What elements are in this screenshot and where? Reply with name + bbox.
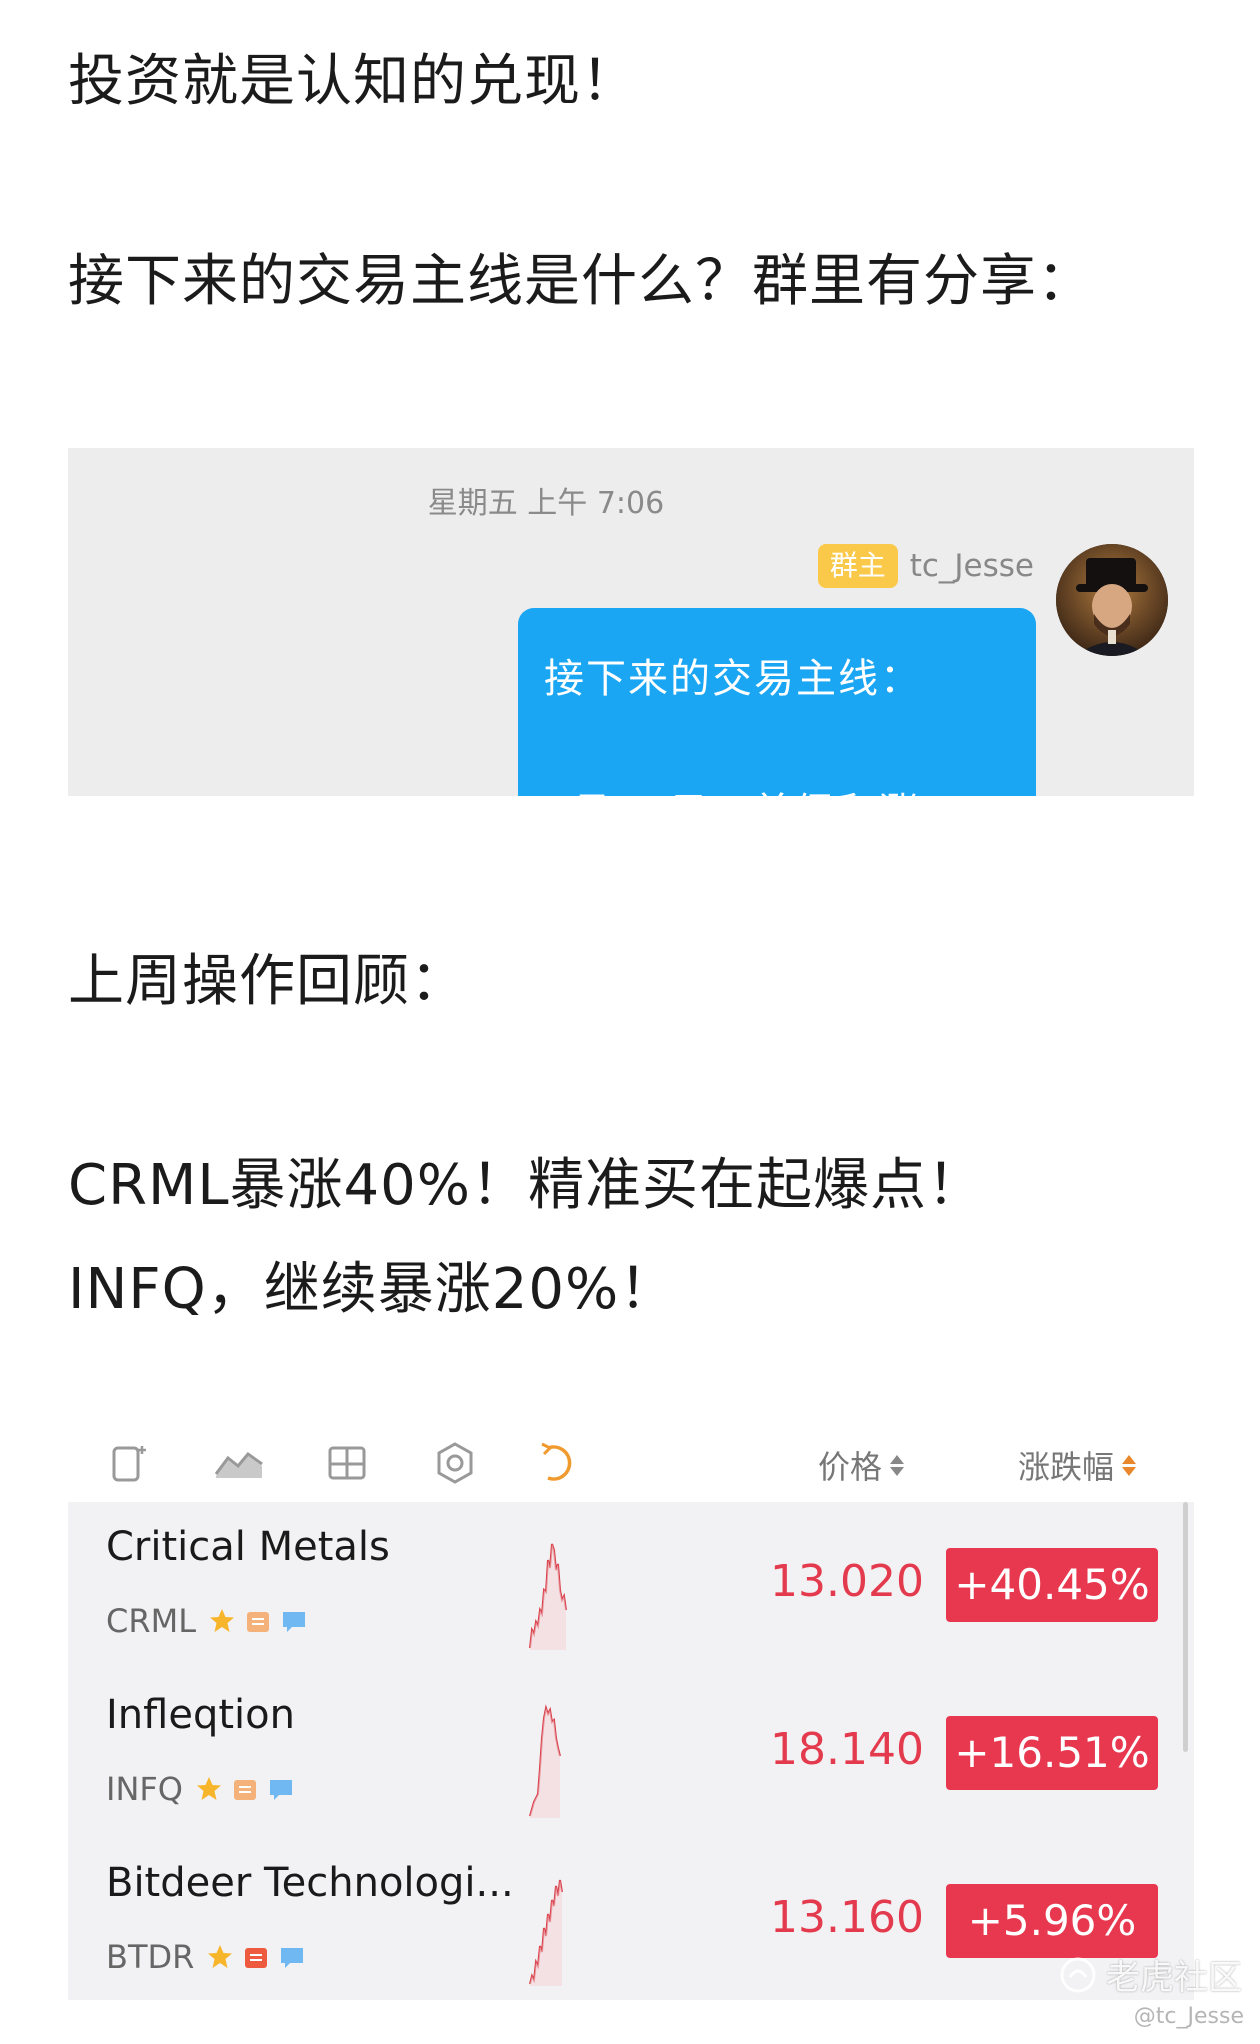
infq-summary: INFQ，继续暴涨20%！ (68, 1257, 677, 1322)
watchlist[interactable]: Critical Metals CRML 13.020 +40.45% Infl… (68, 1502, 1194, 2000)
group-owner-badge: 群主 (817, 544, 898, 588)
comment-icon[interactable] (267, 1775, 295, 1803)
message-line-1: 接下来的交易主线： (544, 656, 922, 702)
tiger-logo-icon (1060, 1957, 1096, 1992)
tiger-community-watermark: 老虎社区 (1058, 1950, 1242, 1999)
change-percent-badge[interactable]: +40.45% (946, 1548, 1158, 1622)
stock-ticker: BTDR (106, 1938, 195, 1976)
stock-name: Infleqtion (106, 1692, 295, 1738)
line-chart-icon[interactable] (212, 1436, 266, 1490)
avatar[interactable] (1056, 544, 1168, 656)
message-line-2: 1月23日，首促和涨 (544, 780, 1010, 796)
price-header-label: 价格 (818, 1448, 883, 1486)
sparkline-chart (529, 1704, 561, 1818)
watermark-logo-text: 老虎社区 (1106, 1958, 1242, 1998)
watchlist-toolbar: 价格 涨跌幅 (68, 1428, 1194, 1502)
stock-ticker: CRML (106, 1602, 197, 1640)
stock-price: 13.020 (770, 1556, 924, 1607)
note-icon[interactable] (242, 1943, 270, 1971)
review-heading: 上周操作回顾： (68, 949, 467, 1014)
sender-name: tc_Jesse (909, 548, 1034, 584)
note-icon[interactable] (244, 1607, 272, 1635)
stock-ticker: INFQ (106, 1770, 183, 1808)
change-header-label: 涨跌幅 (1018, 1448, 1115, 1486)
refresh-icon[interactable] (534, 1436, 588, 1490)
note-icon[interactable] (231, 1775, 259, 1803)
sparkline-chart (529, 1879, 563, 1986)
comment-icon[interactable] (280, 1607, 308, 1635)
sparkline-chart (529, 1543, 567, 1650)
stock-meta: BTDR (106, 1938, 306, 1976)
sender-row: 群主 tc_Jesse (817, 544, 1034, 588)
star-icon[interactable] (208, 1607, 236, 1635)
change-percent-badge[interactable]: +5.96% (946, 1884, 1158, 1958)
add-widget-icon[interactable] (106, 1436, 160, 1490)
star-icon[interactable] (206, 1943, 234, 1971)
stock-meta: CRML (106, 1602, 308, 1640)
chat-message-bubble[interactable]: 接下来的交易主线： 1月23日，首促和涨 (518, 608, 1036, 796)
settings-icon[interactable] (428, 1436, 482, 1490)
stock-name: Critical Metals (106, 1524, 390, 1570)
grid-icon[interactable] (320, 1436, 374, 1490)
watermark-handle: @tc_Jesse (1133, 2004, 1244, 2029)
intro-text: 接下来的交易主线是什么？群里有分享： (68, 249, 1094, 314)
stock-price: 13.160 (770, 1892, 924, 1943)
stock-meta: INFQ (106, 1770, 295, 1808)
crml-summary: CRML暴涨40%！精准买在起爆点！ (68, 1153, 984, 1218)
headline-text: 投资就是认知的兑现！ (68, 49, 638, 114)
change-percent-badge[interactable]: +16.51% (946, 1716, 1158, 1790)
group-chat-screenshot: 星期五 上午 7:06 群主 tc_Jesse 接下来的交易主线： 1月23日，… (68, 448, 1194, 796)
sort-by-price[interactable]: 价格 (818, 1442, 905, 1488)
stock-name: Bitdeer Technologi... (106, 1860, 514, 1906)
star-icon[interactable] (195, 1775, 223, 1803)
stock-price: 18.140 (770, 1724, 924, 1775)
list-item[interactable]: Infleqtion INFQ 18.140 +16.51% (68, 1670, 1194, 1838)
list-item[interactable]: Critical Metals CRML 13.020 +40.45% (68, 1502, 1194, 1670)
sort-arrows-icon (890, 1454, 905, 1476)
message-timestamp: 星期五 上午 7:06 (427, 486, 665, 521)
sort-arrows-icon (1122, 1454, 1137, 1476)
list-item[interactable]: Bitdeer Technologi... BTDR 13.160 +5.96% (68, 1838, 1194, 2000)
sort-by-change[interactable]: 涨跌幅 (1018, 1442, 1137, 1488)
comment-icon[interactable] (278, 1943, 306, 1971)
